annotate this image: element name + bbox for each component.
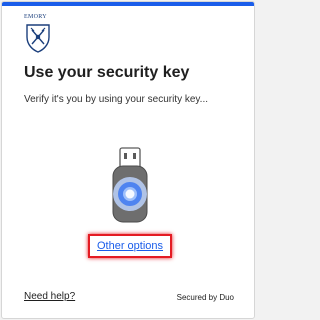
emory-logo: EMORY [24,14,54,54]
page-title: Use your security key [24,64,190,81]
security-key-illustration [100,144,160,234]
need-help-link[interactable]: Need help? [24,291,75,302]
auth-card: EMORY Use your security key Verify it's … [1,1,255,319]
page-subtitle: Verify it's you by using your security k… [24,94,209,105]
secured-by-text: Secured by Duo [176,293,234,302]
top-accent-bar [2,2,254,6]
emory-shield-icon [26,24,50,53]
other-options-highlight: Other options [88,234,172,258]
other-options-link[interactable]: Other options [97,240,163,252]
logo-text: EMORY [24,14,47,20]
security-key-icon [112,147,148,223]
